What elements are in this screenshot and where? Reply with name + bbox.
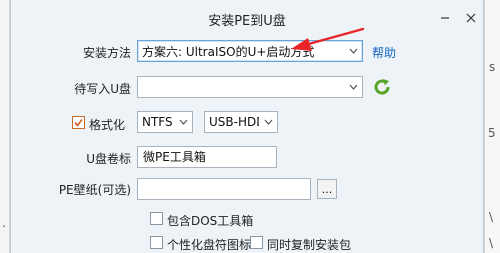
filesystem-value: NTFS (142, 115, 173, 129)
chevron-down-icon (174, 119, 192, 125)
wallpaper-label: PE壁纸(可选) (58, 183, 131, 197)
background-window-right: s 5 \ \ (484, 0, 500, 253)
filesystem-select[interactable]: NTFS (137, 111, 193, 133)
background-glyph: \ (489, 236, 494, 250)
background-glyph: \ (489, 210, 494, 224)
checkmark-icon (74, 119, 83, 127)
background-glyph: s (489, 60, 496, 74)
format-checkbox[interactable] (72, 116, 85, 129)
background-glyph: 5 (488, 126, 496, 140)
chevron-down-icon (259, 119, 277, 125)
custom-icon-label: 个性化盘符图标 (167, 238, 252, 252)
browse-button[interactable]: ... (317, 179, 337, 199)
install-method-select[interactable]: 方案六: UltraISO的U+启动方式 (137, 40, 363, 62)
copy-installer-label: 同时复制安装包 (267, 238, 352, 252)
install-method-value: 方案六: UltraISO的U+启动方式 (142, 44, 315, 59)
copy-installer-checkbox[interactable] (250, 236, 263, 249)
target-disk-select[interactable] (137, 76, 363, 98)
install-method-label: 安装方法 (82, 46, 131, 60)
boot-mode-value: USB-HDD (209, 115, 259, 129)
help-link[interactable]: 帮助 (372, 44, 396, 61)
volume-label-input[interactable]: 微PE工具箱 (137, 146, 277, 168)
format-label: 格式化 (89, 118, 126, 132)
install-pe-dialog: 安装PE到U盘 安装方法 方案六: UltraISO的U+启动方式 帮助 待写入… (10, 0, 484, 253)
chevron-down-icon (344, 48, 362, 54)
title-bar: 安装PE到U盘 (11, 0, 483, 36)
include-dos-label: 包含DOS工具箱 (167, 214, 254, 228)
chevron-down-icon (344, 84, 362, 90)
close-button[interactable] (459, 6, 483, 30)
close-icon (466, 13, 476, 23)
dialog-title: 安装PE到U盘 (208, 14, 286, 29)
minimize-icon (441, 17, 449, 19)
boot-mode-select[interactable]: USB-HDD (204, 111, 278, 133)
target-disk-label: 待写入U盘 (74, 82, 131, 96)
wallpaper-path-input[interactable] (137, 178, 311, 200)
background-glyph: . (2, 216, 6, 230)
volume-label-label: U盘卷标 (86, 152, 131, 166)
refresh-icon[interactable] (372, 77, 392, 97)
include-dos-checkbox[interactable] (150, 212, 163, 225)
custom-icon-checkbox[interactable] (150, 236, 163, 249)
background-window-left: . (0, 0, 10, 253)
minimize-button[interactable] (433, 6, 457, 30)
